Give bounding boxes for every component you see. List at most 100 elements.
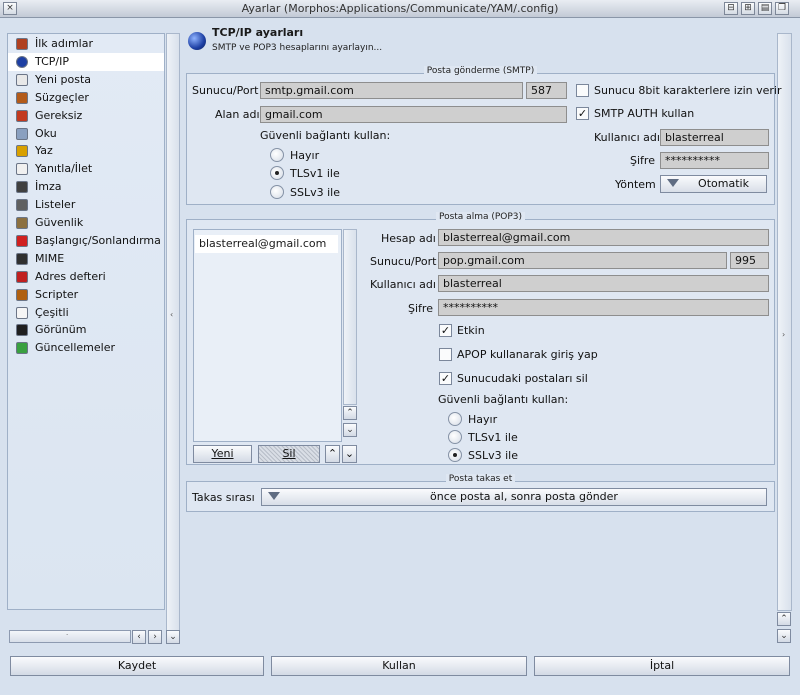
pop3-user-field[interactable]: blasterreal [438, 275, 769, 292]
smtp-secure-tls-radio[interactable] [270, 166, 284, 180]
move-down-button[interactable]: ⌄ [342, 445, 357, 463]
page-scroll-up-button[interactable]: ⌃ [777, 612, 791, 626]
pop3-enabled-label: Etkin [457, 324, 485, 337]
page-title: TCP/IP ayarları [212, 26, 304, 39]
save-button[interactable]: Kaydet [10, 656, 264, 676]
allow-8bit-label: Sunucu 8bit karakterlere izin verir [594, 84, 782, 97]
snapshot-button[interactable]: ▤ [758, 2, 772, 15]
smtp-secure-ssl-radio[interactable] [270, 185, 284, 199]
sidebar-item[interactable]: Oku [8, 125, 164, 143]
smtp-auth-checkbox[interactable]: ✓ [576, 107, 589, 120]
pop3-secure-no-radio[interactable] [448, 412, 462, 426]
smtp-secure-ssl-label: SSLv3 ile [290, 186, 340, 199]
scroll-down-left-button[interactable]: ⌄ [166, 630, 180, 644]
page-scroll-down-button[interactable]: ⌄ [777, 629, 791, 643]
magnifier-icon [16, 127, 28, 140]
page-subtitle: SMTP ve POP3 hesaplarını ayarlayın... [212, 43, 383, 53]
smtp-auth-label: SMTP AUTH kullan [594, 107, 695, 120]
sidebar-item[interactable]: Çeşitli [8, 304, 164, 322]
addressbook-icon [16, 270, 28, 283]
sidebar-item-label: İmza [35, 180, 62, 194]
smtp-port-field[interactable]: 587 [526, 82, 567, 99]
sidebar-item-label: Başlangıç/Sonlandırma [35, 233, 161, 247]
sidebar-item[interactable]: TCP/IP [8, 52, 164, 71]
cycle-arrow-icon [667, 179, 679, 187]
pop3-enabled-checkbox[interactable]: ✓ [439, 324, 452, 337]
sidebar-item[interactable]: İmza [8, 178, 164, 196]
sidebar-item-label: Yeni posta [35, 72, 92, 86]
sidebar-item[interactable]: Başlangıç/Sonlandırma [8, 232, 164, 250]
delete-account-button[interactable]: Sil [258, 445, 320, 463]
sidebar-item[interactable]: Yaz [8, 142, 164, 160]
scroll-right-button[interactable]: › [148, 630, 162, 644]
category-hscrollbar[interactable]: · [9, 630, 131, 643]
delete-on-server-checkbox[interactable]: ✓ [439, 372, 452, 385]
smtp-secure-no-label: Hayır [290, 149, 320, 162]
smtp-server-label: Sunucu/Port [192, 84, 259, 97]
smtp-user-label: Kullanıcı adı [594, 131, 660, 144]
smtp-password-field[interactable]: ********** [660, 152, 769, 169]
smtp-server-field[interactable]: smtp.gmail.com [260, 82, 523, 99]
pop3-server-field[interactable]: pop.gmail.com [438, 252, 727, 269]
pop3-secure-ssl-radio[interactable] [448, 448, 462, 462]
pop3-balance-bar [344, 229, 357, 443]
smtp-method-label: Yöntem [615, 178, 656, 191]
smtp-domain-field[interactable]: gmail.com [260, 106, 567, 123]
delete-on-server-label: Sunucudaki postaları sil [457, 372, 588, 385]
category-list[interactable]: İlk adımlar TCP/IP Yeni posta Süzgeçler Gere… [7, 33, 165, 610]
sidebar-item[interactable]: Güncellemeler [8, 339, 164, 357]
pop3-port-field[interactable]: 995 [730, 252, 769, 269]
smtp-method-cycle[interactable]: Otomatik [660, 175, 767, 193]
use-button[interactable]: Kullan [271, 656, 527, 676]
sidebar-item[interactable]: Güvenlik [8, 214, 164, 232]
display-icon [16, 324, 28, 337]
sidebar-item-label: Gereksiz [35, 108, 83, 122]
sidebar-item-label: Yaz [35, 144, 53, 158]
pop3-account-field[interactable]: blasterreal@gmail.com [438, 229, 769, 246]
new-account-button[interactable]: Yeni [193, 445, 252, 463]
pop3-user-label: Kullanıcı adı [370, 278, 436, 291]
sidebar-item[interactable]: Gereksiz [8, 107, 164, 125]
pop3-secure-no-label: Hayır [468, 413, 498, 426]
sidebar-item[interactable]: MIME [8, 250, 164, 268]
allow-8bit-checkbox[interactable] [576, 84, 589, 97]
sidebar-item-label: Süzgeçler [35, 90, 89, 104]
move-up-button[interactable]: ⌃ [325, 445, 340, 463]
pop3-secure-tls-radio[interactable] [448, 430, 462, 444]
zoom-button[interactable]: ⊞ [741, 2, 755, 15]
globe-icon [188, 32, 206, 50]
sidebar-item[interactable]: Yanıtla/İlet [8, 160, 164, 178]
globe-icon [16, 55, 28, 68]
exchange-order-cycle[interactable]: önce posta al, sonra posta gönder [261, 488, 767, 506]
sidebar-item[interactable]: Scripter [8, 286, 164, 304]
sidebar-item[interactable]: Yeni posta [8, 71, 164, 89]
sidebar-item[interactable]: Adres defteri [8, 268, 164, 286]
smtp-secure-tls-label: TLSv1 ile [290, 167, 340, 180]
apop-checkbox[interactable] [439, 348, 452, 361]
smtp-user-field[interactable]: blasterreal [660, 129, 769, 146]
sidebar-item-label: İlk adımlar [35, 37, 93, 50]
smtp-secure-no-radio[interactable] [270, 148, 284, 162]
pop3-secure-ssl-label: SSLv3 ile [468, 449, 518, 462]
sidebar-item[interactable]: Görünüm [8, 321, 164, 339]
apop-label: APOP kullanarak giriş yap [457, 348, 598, 361]
depth-button[interactable]: ❐ [775, 2, 789, 15]
spam-icon [16, 109, 28, 122]
sidebar-item[interactable]: Süzgeçler [8, 89, 164, 107]
pencil-icon [16, 145, 28, 158]
sidebar-item-label: Çeşitli [35, 305, 69, 319]
cancel-button[interactable]: İptal [534, 656, 790, 676]
iconify-button[interactable]: ⊟ [724, 2, 738, 15]
pop3-password-label: Şifre [408, 302, 433, 315]
scroll-left-button[interactable]: ‹ [132, 630, 146, 644]
sidebar-item-label: TCP/IP [35, 54, 69, 68]
list-item[interactable]: blasterreal@gmail.com [195, 235, 338, 253]
sidebar-item[interactable]: İlk adımlar [8, 35, 164, 53]
pop3-account-list[interactable]: blasterreal@gmail.com [193, 229, 342, 442]
list-balance-bar[interactable]: ‹ [166, 33, 180, 642]
pop3-password-field[interactable]: ********** [438, 299, 769, 316]
filter-icon [16, 91, 28, 104]
sidebar-item[interactable]: Listeler [8, 196, 164, 214]
page-vscrollbar[interactable]: › [777, 33, 792, 611]
title-bar[interactable]: × Ayarlar (Morphos:Applications/Communic… [0, 0, 800, 18]
